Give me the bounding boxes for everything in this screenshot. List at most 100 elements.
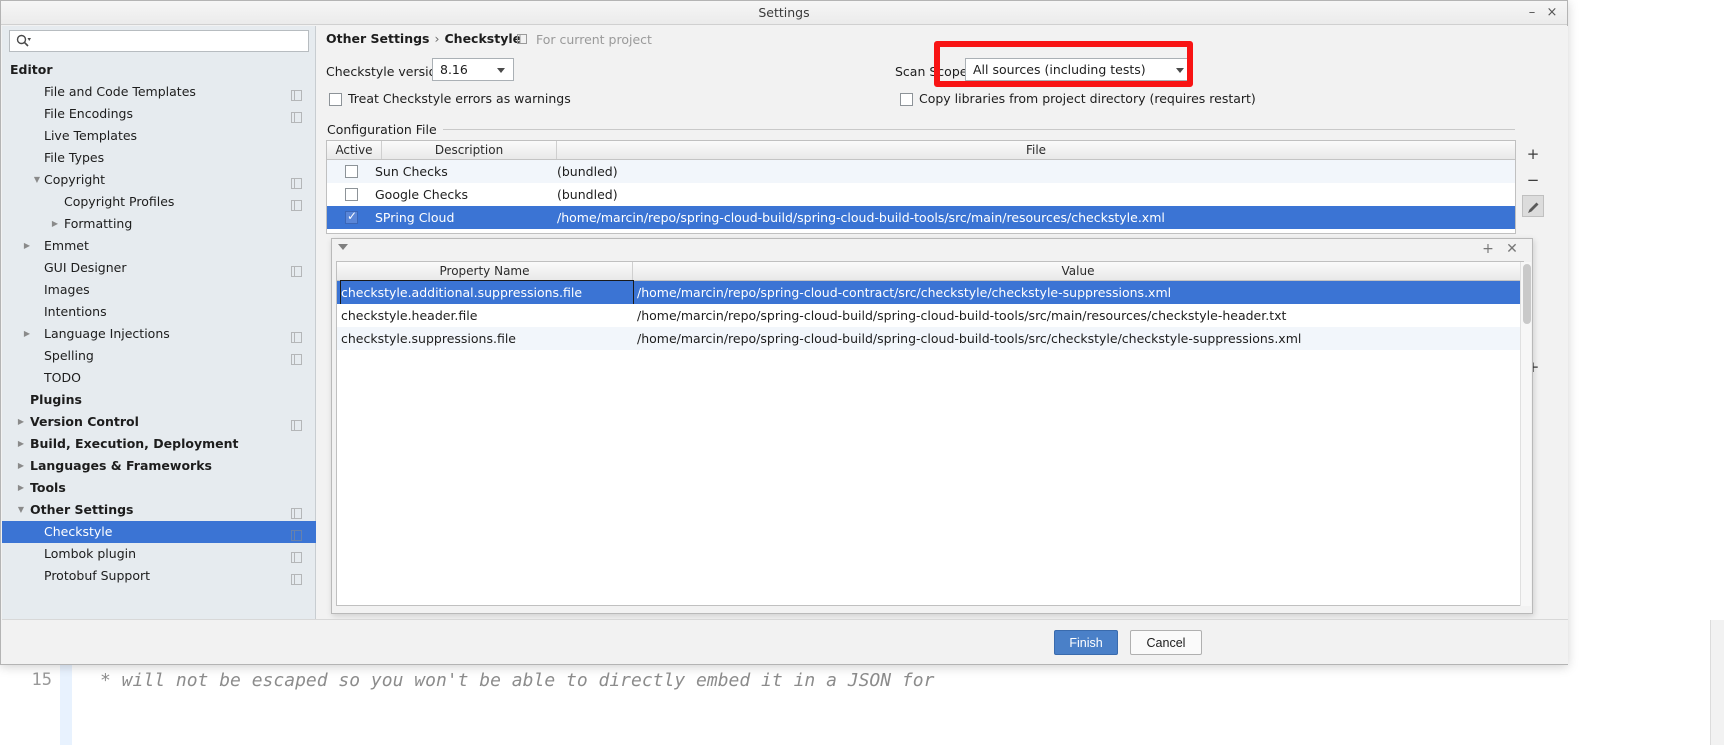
chevron-right-icon[interactable]: ▶: [14, 433, 28, 455]
column-header-file[interactable]: File: [557, 141, 1515, 159]
cancel-button[interactable]: Cancel: [1130, 630, 1202, 655]
search-icon: [16, 34, 31, 51]
minimize-icon[interactable]: –: [1525, 6, 1539, 20]
edit-configuration-button[interactable]: [1522, 195, 1544, 217]
collapse-triangle-icon[interactable]: [338, 244, 348, 250]
active-checkbox[interactable]: [345, 208, 358, 224]
table-row[interactable]: checkstyle.additional.suppressions.file /…: [337, 280, 1523, 305]
sidebar-item-build-execution-deployment[interactable]: ▶ Build, Execution, Deployment: [2, 433, 316, 455]
sidebar-item-images[interactable]: Images: [2, 279, 316, 301]
sidebar-item-file-encodings[interactable]: File Encodings: [2, 103, 316, 125]
sidebar-item-label: Formatting: [64, 216, 133, 231]
configuration-file-table: Active Description File Sun Checks (bundl…: [326, 140, 1516, 234]
sidebar-item-label: Build, Execution, Deployment: [30, 436, 239, 451]
add-configuration-button[interactable]: +: [1522, 143, 1544, 165]
sidebar-item-formatting[interactable]: ▶ Formatting: [2, 213, 316, 235]
table-row[interactable]: SPring Cloud/home/marcin/repo/spring-clo…: [327, 206, 1515, 229]
sidebar-item-todo[interactable]: TODO: [2, 367, 316, 389]
chevron-right-icon[interactable]: ▶: [14, 477, 28, 499]
editor-scroll-markers: [1710, 620, 1724, 745]
sidebar-item-file-types[interactable]: File Types: [2, 147, 316, 169]
active-checkbox[interactable]: [345, 188, 358, 201]
table-row[interactable]: Sun Checks (bundled): [327, 160, 1515, 183]
search-box[interactable]: [9, 30, 309, 52]
config-file-cell: /home/marcin/repo/spring-cloud-build/spr…: [557, 210, 1165, 225]
property-value-cell[interactable]: /home/marcin/repo/spring-cloud-build/spr…: [637, 304, 1517, 327]
properties-scrollbar[interactable]: [1520, 262, 1531, 606]
remove-configuration-button[interactable]: −: [1522, 169, 1544, 191]
project-scope-icon: [291, 328, 302, 343]
sidebar-item-label: File Types: [44, 150, 105, 165]
close-icon[interactable]: ×: [1545, 6, 1559, 20]
property-value-cell[interactable]: /home/marcin/repo/spring-cloud-build/spr…: [637, 327, 1517, 350]
for-current-project-label: For current project: [517, 32, 652, 47]
checkstyle-version-label: Checkstyle version:: [326, 64, 449, 79]
sidebar-item-gui-designer[interactable]: GUI Designer: [2, 257, 316, 279]
sidebar-item-label: Version Control: [30, 414, 139, 429]
column-header-description[interactable]: Description: [382, 141, 557, 159]
scan-scope-value: All sources (including tests): [973, 62, 1146, 77]
sidebar-item-copyright[interactable]: ▼ Copyright: [2, 169, 316, 191]
breadcrumb-separator: ›: [434, 31, 440, 46]
config-description-cell: Google Checks: [375, 187, 469, 202]
chevron-right-icon[interactable]: ▶: [14, 455, 28, 477]
project-scope-icon: [291, 108, 302, 123]
search-input[interactable]: [38, 31, 306, 51]
project-scope-icon: [291, 262, 302, 277]
scrollbar-thumb[interactable]: [1523, 264, 1531, 324]
column-header-value[interactable]: Value: [633, 262, 1523, 280]
group-divider: [415, 129, 1515, 130]
sidebar-item-lombok-plugin[interactable]: Lombok plugin: [2, 543, 316, 565]
sidebar-item-label: Images: [44, 282, 90, 297]
close-properties-button[interactable]: ✕: [1504, 241, 1520, 257]
checkbox-box: [900, 93, 913, 106]
chevron-right-icon[interactable]: ▶: [14, 411, 28, 433]
column-header-active[interactable]: Active: [327, 141, 382, 159]
sidebar-item-tools[interactable]: ▶ Tools: [2, 477, 316, 499]
config-file-cell: (bundled): [557, 164, 618, 179]
sidebar-item-protobuf-support[interactable]: Protobuf Support: [2, 565, 316, 587]
sidebar-item-copyright-profiles[interactable]: Copyright Profiles: [2, 191, 316, 213]
property-name-cell[interactable]: checkstyle.additional.suppressions.file: [340, 280, 634, 305]
project-scope-icon: [291, 504, 302, 519]
sidebar-item-live-templates[interactable]: Live Templates: [2, 125, 316, 147]
sidebar-item-checkstyle[interactable]: Checkstyle: [2, 521, 316, 543]
sidebar-item-label: Copyright: [44, 172, 106, 187]
sidebar-item-intentions[interactable]: Intentions: [2, 301, 316, 323]
chevron-right-icon[interactable]: ▶: [48, 213, 62, 235]
active-checkbox[interactable]: [345, 165, 358, 178]
properties-panel: + ✕ Property Name Value checkstyle.addit…: [331, 238, 1533, 614]
project-scope-icon: [291, 350, 302, 365]
project-scope-icon: [291, 416, 302, 431]
window-titlebar: Settings – ×: [1, 1, 1567, 25]
breadcrumb-root[interactable]: Other Settings: [326, 31, 430, 46]
table-row[interactable]: checkstyle.header.file/home/marcin/repo/…: [337, 304, 1523, 327]
chevron-down-icon[interactable]: ▼: [14, 499, 28, 521]
chevron-right-icon[interactable]: ▶: [20, 235, 34, 257]
sidebar-item-version-control[interactable]: ▶ Version Control: [2, 411, 316, 433]
table-row[interactable]: checkstyle.suppressions.file/home/marcin…: [337, 327, 1523, 350]
breadcrumb-leaf: Checkstyle: [444, 31, 522, 46]
sidebar-item-language-injections[interactable]: ▶ Language Injections: [2, 323, 316, 345]
scan-scope-select[interactable]: All sources (including tests): [965, 58, 1193, 81]
sidebar-item-languages-frameworks[interactable]: ▶ Languages & Frameworks: [2, 455, 316, 477]
sidebar-item-plugins[interactable]: Plugins: [2, 389, 316, 411]
sidebar-item-editor[interactable]: Editor: [2, 59, 316, 81]
chevron-right-icon[interactable]: ▶: [20, 323, 34, 345]
table-row[interactable]: Google Checks (bundled): [327, 183, 1515, 206]
sidebar-item-other-settings[interactable]: ▼ Other Settings: [2, 499, 316, 521]
config-file-cell: (bundled): [557, 187, 618, 202]
property-name-cell[interactable]: checkstyle.suppressions.file: [341, 327, 633, 350]
property-name-cell[interactable]: checkstyle.header.file: [341, 304, 633, 327]
sidebar-item-emmet[interactable]: ▶ Emmet: [2, 235, 316, 257]
add-property-button[interactable]: +: [1480, 241, 1496, 257]
sidebar-item-label: Lombok plugin: [44, 546, 137, 561]
finish-button[interactable]: Finish: [1054, 630, 1118, 655]
sidebar-item-spelling[interactable]: Spelling: [2, 345, 316, 367]
sidebar-item-label: Emmet: [44, 238, 89, 253]
column-header-property-name[interactable]: Property Name: [337, 262, 633, 280]
checkstyle-version-select[interactable]: 8.16: [432, 58, 514, 81]
chevron-down-icon[interactable]: ▼: [30, 169, 44, 191]
sidebar-item-file-and-code-templates[interactable]: File and Code Templates: [2, 81, 316, 103]
property-value-cell[interactable]: /home/marcin/repo/spring-cloud-contract/…: [637, 281, 1517, 304]
